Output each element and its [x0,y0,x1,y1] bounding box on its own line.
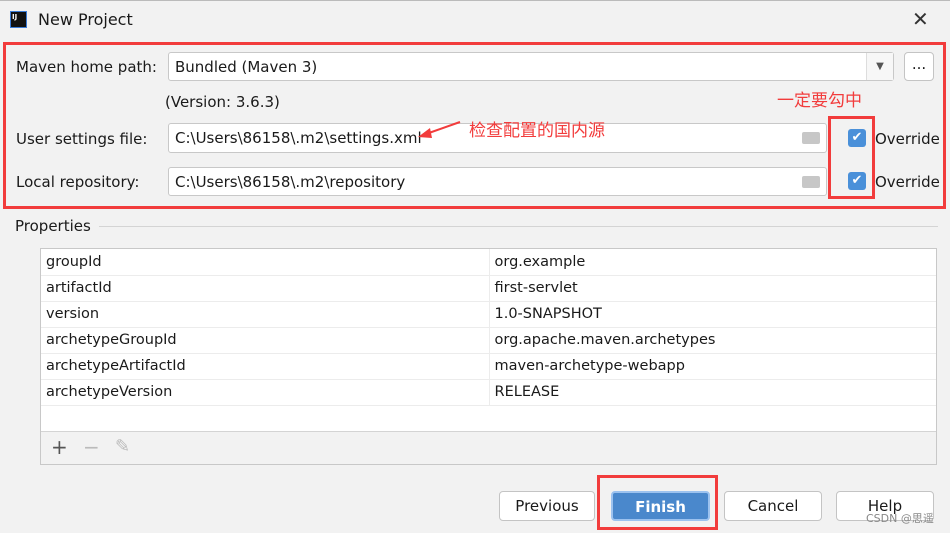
folder-icon[interactable] [802,176,820,188]
local-repo-input[interactable]: C:\Users\86158\.m2\repository [168,167,827,196]
property-key[interactable]: artifactId [41,275,490,302]
property-value[interactable]: 1.0-SNAPSHOT [489,301,936,328]
settings-override-label: Override [875,130,940,148]
table-row[interactable]: archetypeGroupId org.apache.maven.archety… [41,327,936,354]
property-value[interactable]: first-servlet [489,275,936,302]
user-settings-value: C:\Users\86158\.m2\settings.xml [175,129,422,147]
edit-icon[interactable]: ✎ [115,436,130,457]
folder-icon[interactable] [802,132,820,144]
properties-label: Properties [15,217,91,235]
property-value[interactable]: RELEASE [489,379,936,406]
annotation-arrow-icon [418,121,461,138]
browse-button[interactable]: ... [904,52,934,81]
intellij-icon: IJ [10,11,27,28]
table-row[interactable]: archetypeVersion RELEASE [41,379,936,406]
close-icon[interactable]: ✕ [912,7,929,31]
local-repo-label: Local repository: [16,173,140,191]
property-value[interactable]: maven-archetype-webapp [489,353,936,380]
annotation-check-source: 检查配置的国内源 [469,121,605,141]
property-key[interactable]: archetypeGroupId [41,327,490,354]
table-row[interactable]: groupId org.example [41,249,936,276]
annotation-must-check: 一定要勾中 [777,91,862,111]
property-key[interactable]: groupId [41,249,490,276]
top-border [0,0,950,1]
watermark: CSDN @思遥 [866,512,934,525]
annotation-box-finish [597,475,718,530]
window-title: New Project [38,10,133,29]
remove-icon[interactable]: − [83,435,100,459]
property-key[interactable]: archetypeVersion [41,379,490,406]
maven-home-combo[interactable]: Bundled (Maven 3) ▼ [168,52,894,81]
table-row[interactable]: archetypeArtifactId maven-archetype-webap… [41,353,936,380]
maven-home-value: Bundled (Maven 3) [175,58,318,76]
properties-toolbar: + − ✎ [41,431,936,464]
repo-override-label: Override [875,173,940,191]
table-row[interactable]: version 1.0-SNAPSHOT [41,301,936,328]
chevron-down-icon[interactable]: ▼ [866,53,893,80]
user-settings-label: User settings file: [16,130,148,148]
table-row[interactable]: artifactId first-servlet [41,275,936,302]
property-key[interactable]: version [41,301,490,328]
previous-button[interactable]: Previous [499,491,595,521]
property-value[interactable]: org.example [489,249,936,276]
add-icon[interactable]: + [51,435,68,459]
annotation-box-override [828,116,875,199]
local-repo-value: C:\Users\86158\.m2\repository [175,173,406,191]
properties-divider [99,226,938,227]
property-value[interactable]: org.apache.maven.archetypes [489,327,936,354]
maven-version: (Version: 3.6.3) [165,93,280,111]
property-key[interactable]: archetypeArtifactId [41,353,490,380]
cancel-button[interactable]: Cancel [724,491,822,521]
properties-table: groupId org.example artifactId first-servle… [40,248,937,465]
maven-home-label: Maven home path: [16,58,157,76]
